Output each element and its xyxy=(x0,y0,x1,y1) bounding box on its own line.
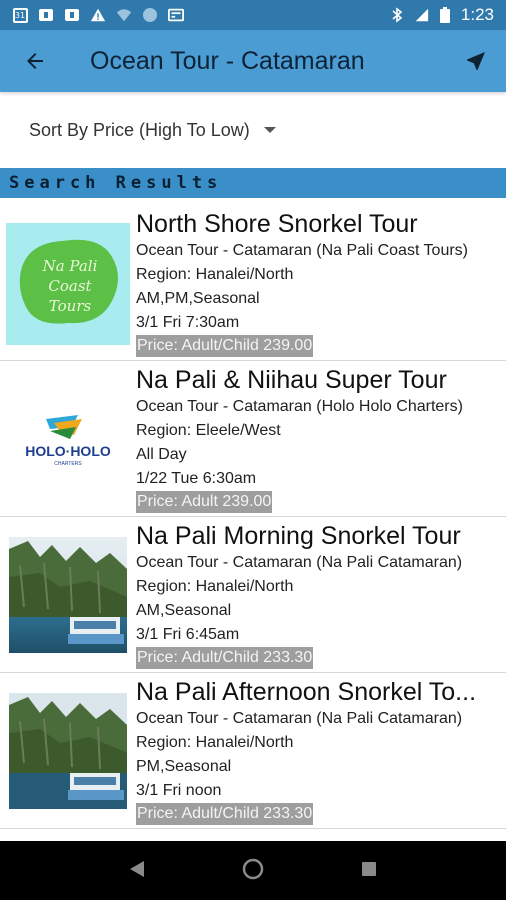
tour-thumbnail xyxy=(0,517,136,673)
price-badge: Price: Adult/Child 233.30 xyxy=(136,803,314,825)
list-item[interactable]: Na Pali Coast Tours North Shore Snorkel … xyxy=(0,205,506,361)
circle-icon xyxy=(142,7,158,23)
tour-times: AM,Seasonal xyxy=(136,602,232,619)
list-item[interactable]: HOLO·HOLO CHARTERS Na Pali & Niihau Supe… xyxy=(0,361,506,517)
back-button[interactable] xyxy=(0,30,70,92)
recents-nav-button[interactable] xyxy=(360,860,378,882)
tour-title: Na Pali Morning Snorkel Tour xyxy=(136,522,461,550)
navigation-arrow-icon xyxy=(467,52,485,70)
tour-date: 3/1 Fri 7:30am xyxy=(136,314,240,331)
tour-times: All Day xyxy=(136,446,187,463)
notification-icon xyxy=(64,7,80,23)
section-header: Search Results xyxy=(0,168,506,198)
list-item[interactable]: Na Pali Morning Snorkel Tour Ocean Tour … xyxy=(0,517,506,673)
warning-icon xyxy=(90,7,106,23)
wifi-off-icon xyxy=(116,7,132,23)
tour-times: PM,Seasonal xyxy=(136,758,232,775)
signal-icon xyxy=(413,7,429,23)
tour-region: Region: Hanalei/North xyxy=(136,266,294,283)
tour-category: Ocean Tour - Catamaran (Na Pali Catamara… xyxy=(136,554,463,571)
bluetooth-icon xyxy=(389,7,405,23)
results-list[interactable]: Na Pali Coast Tours North Shore Snorkel … xyxy=(0,205,506,841)
tour-times: AM,PM,Seasonal xyxy=(136,290,260,307)
system-nav-bar xyxy=(0,841,506,900)
tour-region: Region: Hanalei/North xyxy=(136,578,294,595)
tour-date: 3/1 Fri 6:45am xyxy=(136,626,240,643)
price-badge: Price: Adult/Child 233.30 xyxy=(136,647,314,669)
tour-info: North Shore Snorkel Tour Ocean Tour - Ca… xyxy=(136,205,506,360)
tour-info: Na Pali Afternoon Snorkel To... Ocean To… xyxy=(136,673,506,828)
tour-thumbnail: Na Pali Coast Tours xyxy=(0,205,136,361)
price-badge: Price: Adult 239.00 xyxy=(136,491,273,513)
tour-category: Ocean Tour - Catamaran (Na Pali Catamara… xyxy=(136,710,463,727)
tour-thumbnail: HOLO·HOLO CHARTERS xyxy=(0,361,136,517)
battery-icon xyxy=(437,7,453,23)
tour-date: 1/22 Tue 6:30am xyxy=(136,470,257,487)
price-badge: Price: Adult/Child 239.00 xyxy=(136,335,314,357)
calendar-icon: 31 xyxy=(12,7,28,23)
tour-region: Region: Eleele/West xyxy=(136,422,281,439)
notification-icon xyxy=(38,7,54,23)
tour-title: Na Pali Afternoon Snorkel To... xyxy=(136,678,477,706)
triangle-back-icon xyxy=(129,860,144,877)
tour-category: Ocean Tour - Catamaran (Holo Holo Charte… xyxy=(136,398,463,415)
page-title: Ocean Tour - Catamaran xyxy=(90,46,365,75)
square-recents-icon xyxy=(362,861,377,876)
back-nav-button[interactable] xyxy=(128,859,146,883)
home-nav-button[interactable] xyxy=(241,857,265,885)
calendar-day: 31 xyxy=(12,7,28,23)
app-bar: Ocean Tour - Catamaran xyxy=(0,30,506,92)
sort-dropdown[interactable]: Sort By Price (High To Low) xyxy=(0,92,506,168)
status-left-icons: 31 xyxy=(12,7,389,23)
logo-text: Tours xyxy=(49,297,92,315)
logo-text: CHARTERS xyxy=(54,461,82,467)
status-right-icons: 1:23 xyxy=(389,5,494,25)
circle-home-icon xyxy=(242,858,264,879)
tour-region: Region: Hanalei/North xyxy=(136,734,294,751)
logo-text: Na Pali xyxy=(42,257,98,275)
clock: 1:23 xyxy=(460,5,494,24)
tour-thumbnail xyxy=(0,673,136,829)
tour-title: North Shore Snorkel Tour xyxy=(136,210,418,238)
logo-text: Coast xyxy=(48,277,92,295)
list-item[interactable]: Na Pali Afternoon Snorkel To... Ocean To… xyxy=(0,673,506,829)
status-bar: 31 1:23 xyxy=(0,0,506,30)
logo-text: HOLO·HOLO xyxy=(25,443,111,459)
tour-date: 3/1 Fri noon xyxy=(136,782,222,799)
chevron-down-icon xyxy=(263,127,276,133)
sort-selected-value: Sort By Price (High To Low) xyxy=(29,119,250,140)
tour-title: Na Pali & Niihau Super Tour xyxy=(136,366,447,394)
screen-icon xyxy=(168,7,184,23)
navigation-button[interactable] xyxy=(446,30,506,92)
tour-category: Ocean Tour - Catamaran (Na Pali Coast To… xyxy=(136,242,468,259)
tour-info: Na Pali Morning Snorkel Tour Ocean Tour … xyxy=(136,517,506,672)
arrow-left-icon xyxy=(27,53,43,69)
tour-info: Na Pali & Niihau Super Tour Ocean Tour -… xyxy=(136,361,506,516)
